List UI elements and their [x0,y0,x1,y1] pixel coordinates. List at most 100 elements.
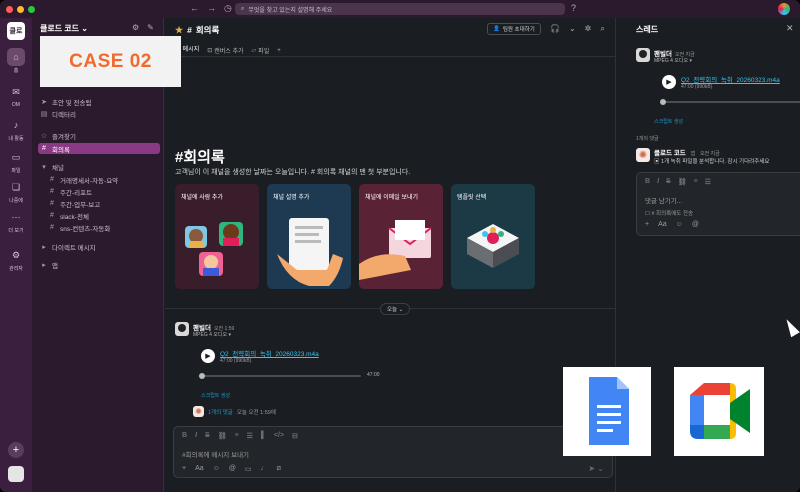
rail-files[interactable]: ▭ 파일 [0,148,32,175]
close-icon[interactable]: ✕ [786,23,794,34]
rail-more[interactable]: ⋯ 더 보기 [0,208,32,235]
back-arrow-icon[interactable]: ← [190,3,199,14]
headphones-icon[interactable]: 🎧 [550,24,560,34]
rail-later[interactable]: ❏ 나중에 [0,178,32,205]
text-format-icon[interactable]: Aa [658,221,667,228]
sidebar-item-channel[interactable]: # slack-전체 [38,210,160,221]
favorites-header[interactable]: ☆ 즐겨찾기 [38,130,160,141]
audio-file-name[interactable]: Q2_전략회의_녹취_20260323.m4a [220,348,319,358]
thread-composer-tools: + Aa ☺ @ [645,221,699,228]
audio-attachment[interactable]: ▶ Q2_전략회의_녹취_20260323.m4a 47:00 (990kB) [662,74,780,90]
sidebar-item-directory[interactable]: ▤ 디렉터리 [38,108,160,119]
rail-admin[interactable]: ⚙ 관리자 [0,246,32,273]
avatar[interactable] [636,48,650,62]
rail-dm[interactable]: ✉ DM [0,83,32,109]
sidebar-item-channel[interactable]: # sns-컨텐츠-자동화 [38,222,160,233]
history-clock-icon[interactable]: ◷ [224,3,232,14]
ordered-list-icon[interactable]: ≡ [694,178,698,186]
plus-icon[interactable]: + [182,465,186,473]
italic-icon[interactable]: I [657,178,659,186]
thread-replies[interactable]: ✺ 1개의 댓글 오늘 오전 1:59에 [193,406,276,417]
close-window-button[interactable] [6,5,13,13]
caret-down-icon[interactable]: ⌄ [569,24,576,34]
search-bar[interactable]: ⌕ 무엇을 찾고 있는지 설명해 주세요 [235,3,565,15]
play-icon[interactable]: ▶ [201,349,215,363]
also-send-checkbox[interactable]: ☐ # 회의록에도 전송 [645,209,693,217]
invite-button[interactable]: 👤 팀원 초대하기 [487,23,541,35]
profile-avatar[interactable] [8,466,24,482]
slash-icon[interactable]: ⧄ [277,465,281,473]
workspace-name[interactable]: 클로드 코드 ⌄ [40,23,88,34]
bold-icon[interactable]: B [645,178,650,186]
directory-icon: ▤ [40,110,48,118]
link-icon[interactable]: ⛓ [678,178,687,186]
transcript-link[interactable]: 스크립트 생성 [654,118,683,125]
claude-avatar: ✺ [193,406,204,417]
play-icon[interactable]: ▶ [662,75,676,89]
add-workspace-button[interactable]: + [8,442,24,458]
audio-scrubber[interactable] [199,373,361,379]
minimize-window-button[interactable] [17,5,24,13]
channel-header[interactable]: ★ # 회의록 [175,24,219,36]
avatar[interactable] [175,322,189,336]
video-icon[interactable]: ▭ [245,465,252,473]
sidebar-item-channel[interactable]: # 거래명세서-자동-요약 [38,174,160,185]
emoji-icon[interactable]: ☺ [676,221,683,228]
audio-file-meta: 47:00 (990kB) [220,358,252,364]
caret-right-icon: ▸ [42,243,46,251]
channels-header[interactable]: ▾ 채널 [38,161,160,172]
star-icon[interactable]: ★ [175,25,183,36]
code-block-icon[interactable]: ⊟ [292,432,298,440]
sidebar-item-channel[interactable]: # 주간-리포트 [38,186,160,197]
date-divider[interactable]: 오늘 ⌄ [380,303,411,315]
strike-icon[interactable]: S [205,432,210,440]
mention-icon[interactable]: @ [229,465,236,473]
rail-home[interactable]: ⌂ 홈 [0,48,32,74]
plus-icon[interactable]: + [645,221,649,228]
message-subtitle: MPEG 4 오디오 ▾ [193,332,231,338]
bullet-list-icon[interactable]: ☰ [705,178,711,186]
audio-scrubber[interactable] [660,99,800,105]
scrubber-knob[interactable] [660,99,666,105]
sidebar-item-channel[interactable]: # 주간-업무-보고 [38,198,160,209]
ordered-list-icon[interactable]: ≡ [235,432,239,440]
rail-activity[interactable]: ♪ 내 활동 [0,116,32,142]
send-icon[interactable]: ➤ ⌄ [588,464,604,473]
forward-arrow-icon[interactable]: → [207,3,216,14]
email-channel-card[interactable]: 채널에 이메일 보내기 [359,184,443,289]
sidebar-item-meeting-notes[interactable]: # 회의록 [38,143,160,154]
template-card[interactable]: 템플릿 선택 [451,184,535,289]
emoji-icon[interactable]: ☺ [213,465,220,473]
mention-icon[interactable]: @ [692,221,699,228]
audio-attachment[interactable]: ▶ Q2_전략회의_녹취_20260323.m4a 47:00 (990kB) [201,348,319,364]
help-icon[interactable]: ? [571,3,576,13]
add-people-card[interactable]: 채널에 사람 추가 [175,184,259,289]
apps-header[interactable]: ▸ 앱 [38,259,160,270]
scrubber-knob[interactable] [199,373,205,379]
quote-icon[interactable]: ▌ [261,432,266,440]
mic-icon[interactable]: ♩ [261,465,268,473]
compose-icon[interactable]: ✎ [147,23,154,32]
thread-composer[interactable]: B I S ⛓ ≡ ☰ 댓글 남기기... ☐ # 회의록에도 전송 + Aa … [636,172,800,236]
link-icon[interactable]: ⛓ [218,432,227,440]
audio-file-name[interactable]: Q2_전략회의_녹취_20260323.m4a [681,74,780,84]
user-avatar[interactable] [778,3,790,15]
claude-avatar[interactable]: ✺ [636,148,650,162]
bullet-list-icon[interactable]: ☰ [247,432,253,440]
sidebar-item-drafts[interactable]: ➤ 초안 및 전송됨 [38,96,160,107]
search-icon[interactable]: ⌕ [600,24,604,34]
workspace-logo[interactable]: 클로 [7,22,25,40]
zoom-window-button[interactable] [28,5,35,13]
italic-icon[interactable]: I [195,432,197,440]
strike-icon[interactable]: S [666,178,671,186]
transcript-link[interactable]: 스크립트 생성 [201,392,230,399]
message-composer[interactable]: B I S ⛓ ≡ ☰ ▌ </> ⊟ #회의록에 메시지 보내기 + Aa ☺… [173,426,613,478]
add-description-card[interactable]: 채널 설명 추가 [267,184,351,289]
settings-icon[interactable]: ⚙ [132,23,139,32]
reply-author[interactable]: 클로드 코드 앱 오전 지금 [654,147,720,157]
dm-header[interactable]: ▸ 다이렉트 메시지 [38,241,160,252]
bold-icon[interactable]: B [182,432,187,440]
puzzle-icon[interactable]: ✲ [585,24,592,34]
code-icon[interactable]: </> [274,432,284,440]
text-format-icon[interactable]: Aa [195,465,204,473]
